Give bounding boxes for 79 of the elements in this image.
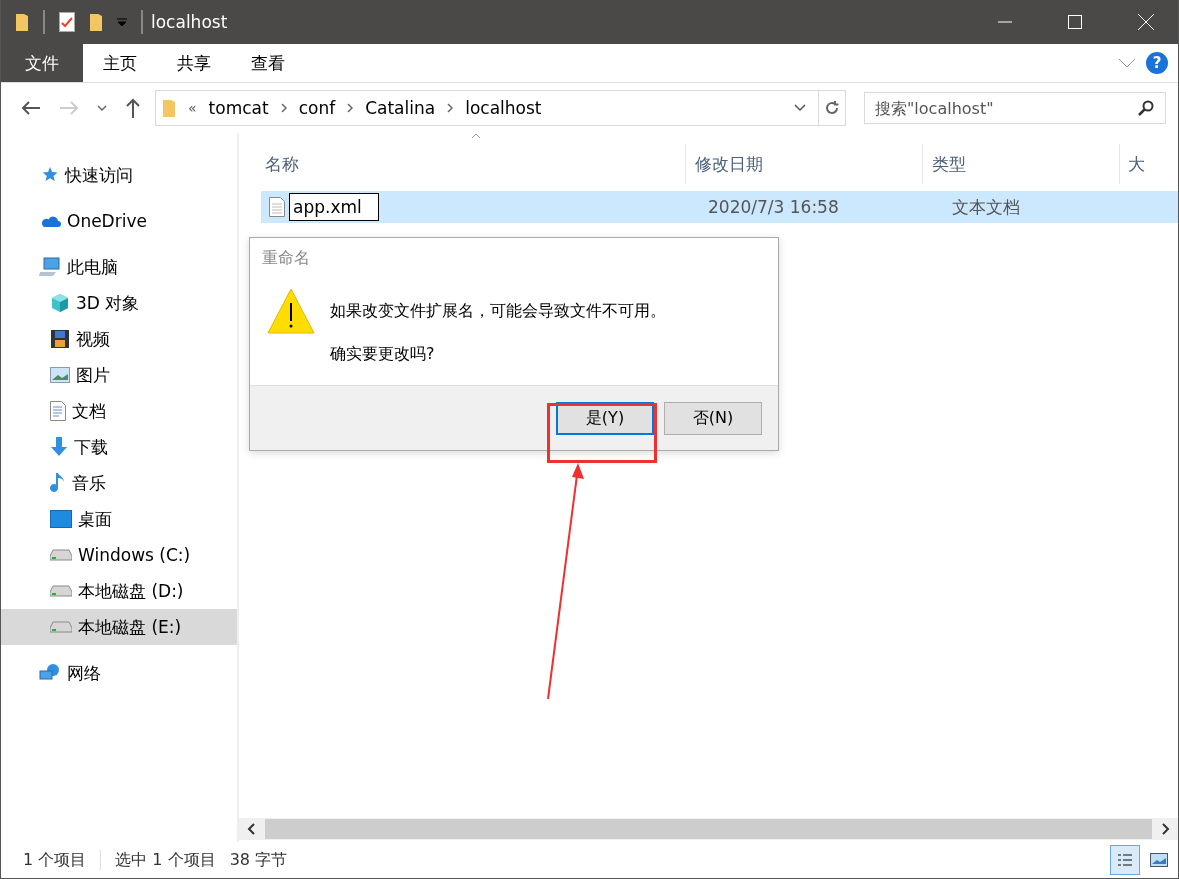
- ribbon-tab[interactable]: 查看: [231, 44, 305, 82]
- desktop-icon: [50, 510, 72, 528]
- drive-icon: [50, 549, 72, 561]
- ribbon-tab[interactable]: 共享: [157, 44, 231, 82]
- sidebar-item[interactable]: 本地磁盘 (D:): [1, 573, 237, 609]
- sidebar-item[interactable]: 3D 对象: [1, 285, 237, 321]
- type-cell-text: 文本文档: [951, 195, 1020, 219]
- help-button[interactable]: ?: [1146, 52, 1168, 74]
- refresh-icon: [824, 100, 840, 116]
- down-arrow-icon: [50, 437, 68, 457]
- folder-icon[interactable]: [89, 12, 103, 32]
- dialog-title: 重命名: [261, 247, 311, 269]
- sidebar-item[interactable]: 桌面: [1, 501, 237, 537]
- scroll-left-icon[interactable]: [247, 823, 255, 835]
- folder-icon[interactable]: [15, 12, 29, 32]
- sidebar-item[interactable]: 音乐: [1, 465, 237, 501]
- sidebar-item[interactable]: 网络: [1, 655, 237, 691]
- column-header[interactable]: 大: [1119, 144, 1178, 184]
- chevron-right-icon[interactable]: [347, 103, 354, 113]
- window-title: localhost: [151, 12, 228, 32]
- chevron-right-icon[interactable]: [280, 103, 287, 113]
- network-icon: [39, 663, 61, 683]
- column-header[interactable]: 类型: [923, 144, 1120, 184]
- checklist-icon[interactable]: [59, 12, 75, 32]
- ribbon-tab[interactable]: 主页: [83, 44, 157, 82]
- date-cell-text: 2020/7/3 16:58: [707, 197, 840, 217]
- sort-caret-icon: [471, 133, 481, 139]
- scrollbar-thumb[interactable]: [265, 819, 1152, 839]
- folder-icon: [162, 98, 176, 118]
- sidebar-item[interactable]: 本地磁盘 (E:): [1, 609, 237, 645]
- sidebar-item[interactable]: OneDrive: [1, 203, 237, 239]
- breadcrumb[interactable]: Catalina: [365, 98, 436, 118]
- warning-icon: [266, 287, 316, 335]
- overflow-indicator[interactable]: «: [188, 100, 197, 116]
- computer-icon: [39, 257, 61, 277]
- ribbon-tab[interactable]: 文件: [1, 44, 83, 82]
- sidebar-item[interactable]: 下载: [1, 429, 237, 465]
- cube-icon: [50, 293, 70, 313]
- dialog-question: 确实要更改吗?: [330, 344, 436, 365]
- status-text: 选中 1 个项目: [115, 849, 216, 871]
- sidebar-item[interactable]: 文档: [1, 393, 237, 429]
- sidebar-item[interactable]: 图片: [1, 357, 237, 393]
- sidebar-item[interactable]: Windows (C:): [1, 537, 237, 573]
- chevron-down-icon[interactable]: [97, 104, 107, 112]
- picture-icon: [1150, 853, 1168, 867]
- search-icon: [1138, 100, 1154, 116]
- sidebar-item[interactable]: 视频: [1, 321, 237, 357]
- scroll-right-icon[interactable]: [1162, 823, 1170, 835]
- drive-icon: [50, 585, 72, 597]
- music-note-icon: [50, 472, 66, 494]
- rename-field[interactable]: app.xml: [289, 193, 379, 221]
- status-text: 38 字节: [229, 849, 288, 871]
- film-icon: [50, 329, 70, 349]
- dialog-button[interactable]: 否(N): [664, 401, 762, 435]
- cloud-icon: [39, 214, 61, 228]
- drive-icon: [50, 621, 72, 633]
- list-icon: [1117, 853, 1133, 867]
- back-arrow-icon[interactable]: [21, 100, 41, 116]
- text-file-icon: [269, 197, 285, 217]
- column-header[interactable]: 修改日期: [686, 144, 924, 184]
- close-icon[interactable]: [1138, 14, 1154, 30]
- address-bar[interactable]: « tomcat conf Catalina localhost: [155, 90, 846, 126]
- column-header[interactable]: 名称: [239, 144, 687, 184]
- search-field[interactable]: 搜索"localhost": [864, 92, 1166, 124]
- file-row[interactable]: app.xml 2020/7/3 16:58 文本文档: [261, 191, 1178, 223]
- breadcrumb[interactable]: tomcat: [208, 98, 269, 118]
- picture-icon: [50, 367, 70, 383]
- breadcrumb[interactable]: localhost: [465, 98, 542, 118]
- status-text: 1 个项目: [23, 849, 87, 871]
- maximize-icon[interactable]: [1068, 15, 1082, 29]
- document-icon: [50, 401, 66, 421]
- details-view-button[interactable]: [1110, 845, 1140, 875]
- chevron-down-icon[interactable]: [794, 104, 806, 112]
- sidebar-item[interactable]: 此电脑: [1, 249, 237, 285]
- dialog-message: 如果改变文件扩展名，可能会导致文件不可用。: [330, 301, 666, 322]
- chevron-right-icon[interactable]: [447, 103, 454, 113]
- up-arrow-icon[interactable]: [125, 98, 141, 118]
- breadcrumb[interactable]: conf: [298, 98, 336, 118]
- sidebar-item[interactable]: 快速访问: [1, 157, 237, 193]
